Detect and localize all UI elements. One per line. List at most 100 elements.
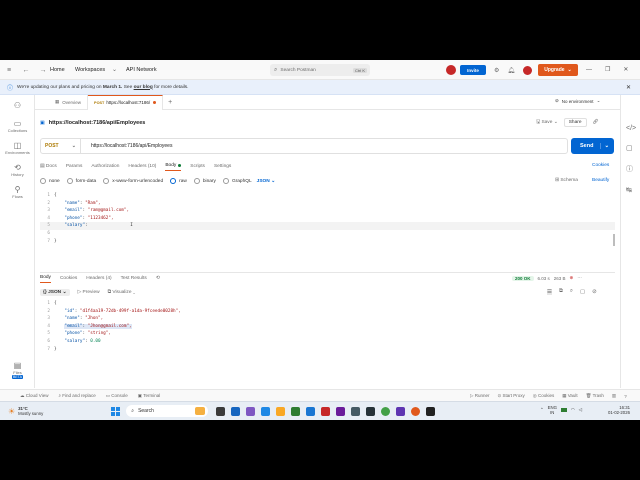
- nav-workspaces[interactable]: Workspaces: [75, 67, 105, 73]
- runner-button[interactable]: ▷ Runner: [470, 393, 489, 399]
- more-icon[interactable]: ⋯: [577, 275, 582, 281]
- file-explorer-icon[interactable]: [276, 406, 286, 416]
- related-icon[interactable]: ↹: [626, 186, 636, 194]
- volume-icon[interactable]: ◁: [579, 407, 582, 413]
- close-icon[interactable]: ✕: [623, 66, 628, 73]
- filter-icon[interactable]: ☰: [547, 288, 552, 295]
- link-icon[interactable]: ⊘: [592, 289, 597, 295]
- copy-icon[interactable]: ▢: [580, 289, 585, 295]
- trash-button[interactable]: 🗑︎ Trash: [586, 393, 604, 399]
- chevron-down-icon[interactable]: ⌄: [112, 66, 117, 73]
- preview-button[interactable]: ▷ Preview: [78, 290, 100, 295]
- banner-close-icon[interactable]: ✕: [626, 84, 631, 91]
- bell-icon[interactable]: 🔔︎: [507, 67, 515, 74]
- find-replace-button[interactable]: ⌕ Find and replace: [58, 393, 95, 398]
- tab-docs[interactable]: ▤ Docs: [40, 161, 57, 171]
- method-select[interactable]: POST ⌄: [41, 139, 81, 153]
- request-title[interactable]: https://localhost:7186/api/Employees: [49, 120, 146, 126]
- url-input[interactable]: https://localhost:7186/api/Employees: [91, 143, 172, 149]
- tab-request[interactable]: POST https://localhost:7186/: [88, 94, 164, 110]
- chevron-down-icon[interactable]: ⌄: [600, 143, 609, 149]
- tab-response-headers[interactable]: Headers (4): [86, 273, 111, 283]
- maximize-icon[interactable]: ❐: [605, 66, 610, 73]
- tab-body[interactable]: Body: [165, 161, 182, 171]
- banner-link[interactable]: our blog: [134, 85, 153, 90]
- tab-overview[interactable]: ▦ Overview: [49, 94, 89, 110]
- scrollbar[interactable]: [613, 234, 615, 246]
- help-icon[interactable]: ?: [624, 394, 627, 399]
- cloud-view-button[interactable]: ☁ Cloud View: [20, 393, 48, 399]
- store-icon[interactable]: [306, 406, 316, 416]
- network-icon[interactable]: ⊕: [570, 275, 574, 281]
- search-input[interactable]: ⌕ Search Postman Ctrl K: [270, 64, 370, 76]
- language-indicator[interactable]: ENG IN: [548, 405, 557, 415]
- vault-button[interactable]: ▦ Vault: [562, 393, 577, 399]
- tab-response-body[interactable]: Body: [40, 273, 51, 283]
- app-icon[interactable]: [426, 406, 436, 416]
- weather-widget[interactable]: 31°C Mostly sunny: [18, 406, 43, 416]
- forward-icon[interactable]: →: [39, 66, 47, 74]
- proxy-button[interactable]: ⊙ Start Proxy: [497, 393, 524, 399]
- radio-binary[interactable]: [193, 178, 200, 184]
- history-icon[interactable]: ⟲: [156, 275, 160, 281]
- tab-test-results[interactable]: Test Results: [121, 273, 147, 283]
- workspace-icon-wrap[interactable]: ⚇: [0, 101, 35, 110]
- terminal-icon[interactable]: [366, 406, 376, 416]
- tab-authorization[interactable]: Authorization: [91, 161, 119, 171]
- upgrade-button[interactable]: Upgrade ⌄: [538, 64, 578, 76]
- visual-studio-icon[interactable]: [336, 406, 346, 416]
- link-icon[interactable]: 🔗︎: [593, 120, 599, 125]
- add-tab-icon[interactable]: +: [168, 99, 172, 106]
- avatar[interactable]: [446, 65, 456, 75]
- clock[interactable]: 16:31 01-02-2026: [608, 405, 630, 415]
- code-icon[interactable]: </>: [626, 125, 636, 132]
- copy-icon[interactable]: ⧉: [559, 288, 563, 295]
- sidebar-item-collections[interactable]: ▭ Collections: [0, 119, 35, 133]
- postman-icon[interactable]: [411, 406, 421, 416]
- app-icon[interactable]: [396, 406, 406, 416]
- cookies-button[interactable]: ◎ Cookies: [533, 393, 554, 399]
- request-body-editor[interactable]: 1{ 2 "name": "Ram", 3 "email": "ram@gmai…: [40, 192, 615, 248]
- nav-api-network[interactable]: API Network: [126, 67, 157, 73]
- radio-raw[interactable]: [170, 178, 177, 184]
- task-view-icon[interactable]: [216, 406, 226, 416]
- ssms-icon[interactable]: [351, 406, 361, 416]
- sidebar-item-environments[interactable]: ◫ Environments: [0, 141, 35, 155]
- console-button[interactable]: ▭ Console: [106, 393, 128, 399]
- environment-selector[interactable]: ⊘ No environment ⌄: [555, 98, 600, 104]
- antivirus-icon[interactable]: [321, 406, 331, 416]
- teams-icon[interactable]: [246, 406, 256, 416]
- copilot-icon[interactable]: [231, 406, 241, 416]
- sidebar-item-history[interactable]: ⟲ History: [0, 163, 35, 177]
- invite-button[interactable]: Invite: [460, 65, 486, 75]
- menu-icon[interactable]: ≡: [5, 66, 13, 74]
- radio-graphql[interactable]: [222, 178, 229, 184]
- visualize-button[interactable]: ⧉ Visualize ⌄: [108, 289, 136, 295]
- tab-response-cookies[interactable]: Cookies: [60, 273, 77, 283]
- vscode-icon[interactable]: [261, 406, 271, 416]
- response-format-select[interactable]: {} JSON ⌄: [40, 288, 70, 296]
- windows-start-icon[interactable]: [111, 406, 121, 416]
- radio-none[interactable]: [40, 178, 46, 184]
- schema-button[interactable]: ⊞ Schema: [555, 178, 578, 183]
- minimize-icon[interactable]: —: [586, 67, 592, 73]
- tab-params[interactable]: Params: [66, 161, 83, 171]
- taskbar-search[interactable]: ⌕ Search: [126, 405, 209, 417]
- edge-icon[interactable]: [291, 406, 301, 416]
- response-body-viewer[interactable]: 1{ 2 "id": "d1f4aa19-72db-499f-a1da-9fce…: [40, 300, 615, 356]
- comments-icon[interactable]: ▢: [626, 144, 636, 152]
- nav-home[interactable]: Home: [50, 67, 65, 73]
- radio-form-data[interactable]: [66, 178, 73, 184]
- tab-settings[interactable]: Settings: [214, 161, 231, 171]
- sidebar-item-files[interactable]: ▤ Files BETA: [0, 361, 35, 379]
- settings-icon[interactable]: ⚙: [494, 67, 499, 74]
- tab-headers[interactable]: Headers (10): [128, 161, 156, 171]
- tab-scripts[interactable]: Scripts: [190, 161, 205, 171]
- format-select[interactable]: JSON ⌄: [257, 179, 275, 184]
- tray-chevron-icon[interactable]: ⌃: [540, 407, 544, 413]
- terminal-button[interactable]: ▣ Terminal: [138, 393, 160, 399]
- send-button[interactable]: Send ⌄: [571, 138, 614, 154]
- save-button[interactable]: 🖫︎ Save ⌄: [536, 119, 558, 127]
- chrome-icon[interactable]: [381, 406, 391, 416]
- wifi-icon[interactable]: ◠: [571, 407, 575, 413]
